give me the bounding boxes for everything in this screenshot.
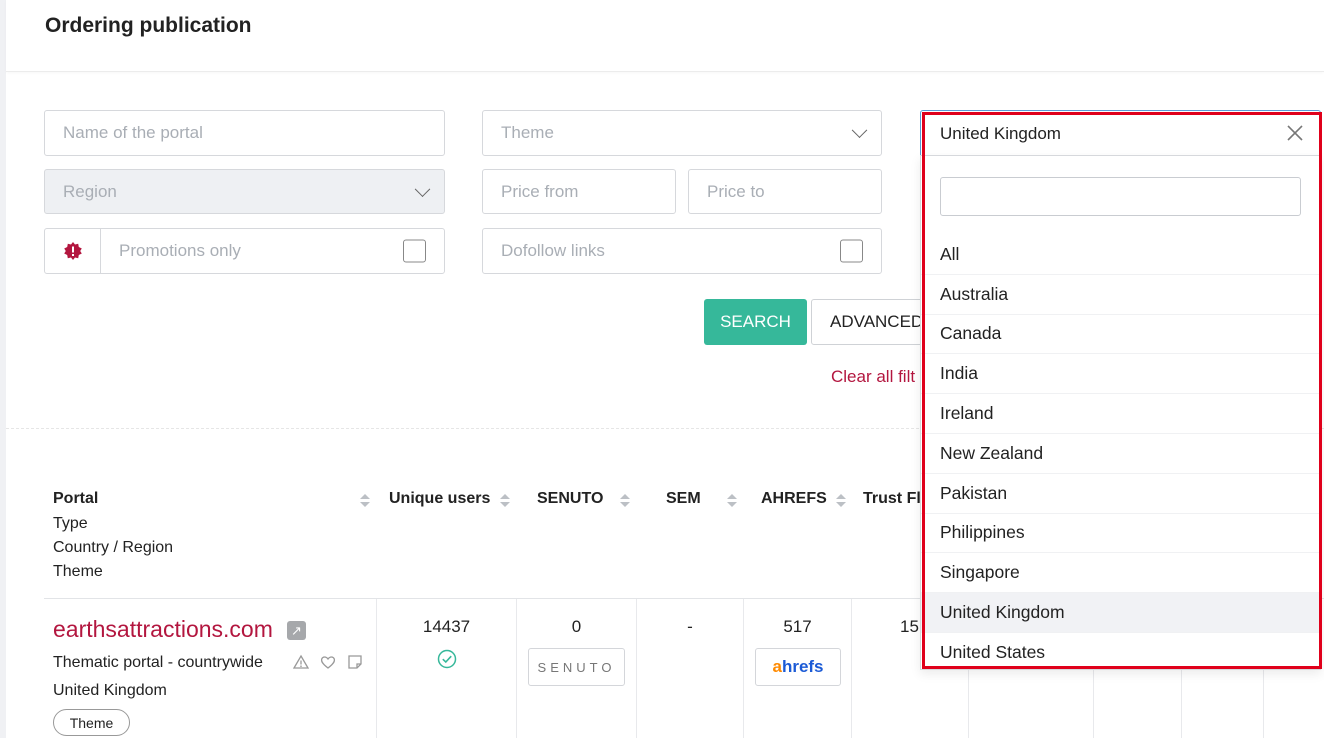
column-header-country: Country / Region (53, 539, 174, 556)
column-header-senuto[interactable]: SENUTO (537, 490, 603, 508)
region-select[interactable]: Region (44, 169, 445, 214)
country-option[interactable]: All (921, 235, 1320, 275)
country-select[interactable]: United Kingdom (920, 110, 1321, 156)
column-header-type: Type (53, 515, 88, 532)
country-option[interactable]: Canada (921, 315, 1320, 355)
promotions-only-label: Promotions only (119, 241, 241, 260)
country-option[interactable]: New Zealand (921, 434, 1320, 474)
heart-icon[interactable] (320, 654, 336, 670)
country-selected-value: United Kingdom (940, 123, 1061, 143)
promotion-badge (44, 228, 101, 274)
portal-link[interactable]: earthsattractions.com (53, 616, 273, 643)
ahrefs-logo-text: ahrefs (772, 657, 824, 676)
region-placeholder: Region (63, 181, 117, 201)
country-option[interactable]: Pakistan (921, 474, 1320, 514)
sem-value: - (687, 617, 693, 636)
page-title: Ordering publication (45, 14, 252, 37)
country-option[interactable]: Australia (921, 275, 1320, 315)
promotions-only-checkbox[interactable] (403, 239, 426, 263)
promotion-badge-icon (63, 242, 82, 260)
note-icon[interactable] (347, 654, 363, 670)
country-option[interactable]: United States (921, 633, 1320, 669)
price-from-input[interactable]: Price from (482, 169, 676, 214)
chevron-down-icon (414, 180, 431, 197)
country-option[interactable]: Ireland (921, 394, 1320, 434)
sort-icon[interactable] (620, 494, 630, 508)
portal-name-input[interactable]: Name of the portal (44, 110, 445, 156)
country-option[interactable]: India (921, 354, 1320, 395)
senuto-logo[interactable]: SENUTO (528, 648, 625, 686)
dofollow-links-label: Dofollow links (501, 241, 605, 260)
country-search-input[interactable] (940, 177, 1301, 216)
senuto-logo-text: SENUTO (537, 659, 616, 675)
price-to-input[interactable]: Price to (688, 169, 882, 214)
verified-check-icon (437, 649, 457, 669)
ahrefs-logo[interactable]: ahrefs (755, 648, 841, 686)
ahrefs-value: 517 (783, 617, 812, 636)
column-header-trust-flow[interactable]: Trust Fl (863, 490, 921, 508)
column-header-theme: Theme (53, 563, 103, 580)
unique-users-value: 14437 (422, 617, 471, 636)
warning-icon[interactable] (293, 654, 309, 670)
sort-icon[interactable] (836, 494, 846, 508)
search-button[interactable]: SEARCH (704, 299, 807, 345)
sort-icon[interactable] (500, 494, 510, 508)
promotions-only-field[interactable]: Promotions only (100, 228, 445, 274)
column-header-portal[interactable]: Portal (53, 490, 98, 508)
country-option[interactable]: United Kingdom (921, 593, 1320, 633)
dofollow-links-field[interactable]: Dofollow links (482, 228, 882, 274)
country-option[interactable]: Singapore (921, 553, 1320, 594)
column-header-sem[interactable]: SEM (666, 490, 701, 508)
dofollow-links-checkbox[interactable] (840, 239, 863, 263)
price-from-placeholder: Price from (501, 181, 579, 201)
left-rail (0, 0, 6, 738)
country-dropdown-panel: All Australia Canada India Ireland New Zealan… (920, 155, 1321, 670)
external-link-icon[interactable]: ↗ (287, 621, 306, 640)
price-to-placeholder: Price to (707, 181, 765, 201)
portal-country: United Kingdom (53, 682, 167, 699)
clear-all-filters-link[interactable]: Clear all filt (831, 367, 915, 387)
sort-icon[interactable] (360, 494, 370, 508)
theme-select[interactable]: Theme (482, 110, 882, 156)
country-options-list: All Australia Canada India Ireland New Zealan… (921, 235, 1320, 669)
theme-tag[interactable]: Theme (53, 709, 130, 736)
senuto-value: 0 (571, 617, 582, 636)
column-header-ahrefs[interactable]: AHREFS (761, 490, 827, 508)
portal-type: Thematic portal - countrywide (53, 654, 263, 671)
chevron-down-icon (851, 122, 868, 139)
sort-icon[interactable] (727, 494, 737, 508)
close-icon[interactable] (1286, 124, 1304, 142)
country-option[interactable]: Philippines (921, 514, 1320, 554)
column-header-unique-users[interactable]: Unique users (389, 490, 490, 508)
theme-placeholder: Theme (501, 123, 554, 142)
portal-name-placeholder: Name of the portal (63, 123, 203, 142)
